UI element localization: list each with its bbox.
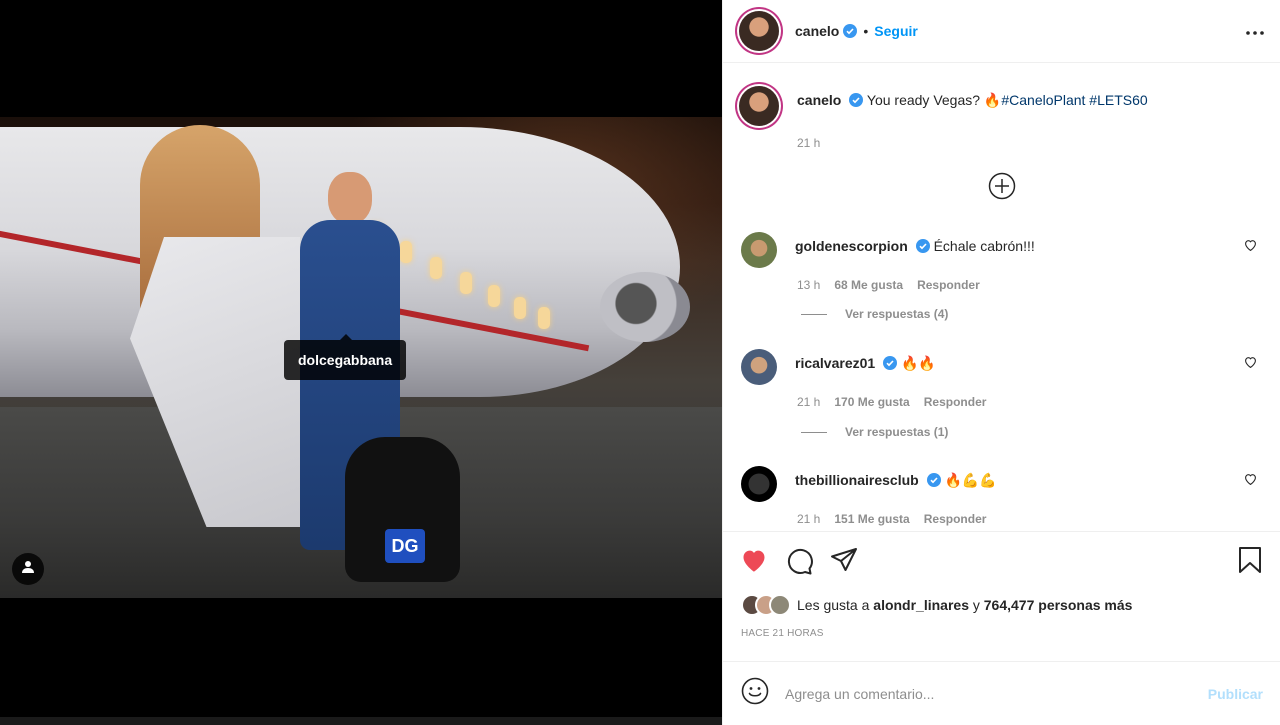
comment-item: goldenescorpion Échale cabrón!!! 13 h 68… [739, 232, 1265, 292]
comment-likes[interactable]: 68 Me gusta [834, 278, 903, 292]
verified-badge-icon [849, 93, 864, 107]
verified-badge-icon [883, 356, 898, 370]
view-replies-label: Ver respuestas (4) [845, 307, 949, 321]
follow-button[interactable]: Seguir [874, 23, 918, 39]
caption-time[interactable]: 21 h [797, 136, 820, 150]
liker-avatar [769, 594, 791, 616]
person-head [328, 172, 372, 224]
jet-window [460, 272, 472, 294]
comment-body: 🔥💪💪 [944, 472, 997, 488]
share-paper-plane-icon[interactable] [830, 547, 858, 578]
verified-badge-icon [926, 473, 941, 487]
jet-window [514, 297, 526, 319]
comment-time[interactable]: 21 h [797, 395, 820, 409]
post-actions: Les gusta a alondr_linares y 764,477 per… [723, 531, 1280, 661]
comment-username[interactable]: goldenescorpion [795, 238, 908, 254]
comment-text: ricalvarez01 🔥🔥 [795, 349, 936, 372]
comment-meta: 21 h 151 Me gusta Responder [797, 512, 1265, 526]
like-heart-icon[interactable] [740, 547, 768, 578]
commenter-avatar[interactable] [741, 349, 777, 385]
add-comment-bar: Publicar [723, 661, 1280, 725]
comment-time[interactable]: 21 h [797, 512, 820, 526]
comment-username[interactable]: ricalvarez01 [795, 355, 875, 371]
caption-avatar[interactable] [739, 86, 779, 126]
commenter-avatar[interactable] [741, 466, 777, 502]
save-bookmark-icon[interactable] [1238, 546, 1262, 579]
likes-conj: y [972, 597, 980, 613]
view-replies-button[interactable]: Ver respuestas (1) [801, 425, 948, 439]
comment-item: thebillionairesclub 🔥💪💪 21 h 151 Me gust… [739, 466, 1265, 526]
caption: canelo You ready Vegas? 🔥#CaneloPlant #L… [739, 86, 1265, 150]
load-more-comments-icon[interactable] [988, 172, 1016, 205]
likes-summary: Les gusta a alondr_linares y 764,477 per… [741, 594, 1132, 616]
jet-window [430, 257, 442, 279]
jet-window [538, 307, 550, 329]
post-time-ago[interactable]: HACE 21 HORAS [741, 628, 824, 639]
backpack: DG [345, 437, 460, 582]
post-side-panel: canelo • Seguir canelo You ready Vegas? … [722, 0, 1280, 725]
commenter-avatar[interactable] [741, 232, 777, 268]
more-options-icon[interactable] [1246, 22, 1264, 40]
caption-meta: 21 h [797, 136, 1265, 150]
jet-engine [600, 272, 690, 342]
like-comment-heart-icon[interactable] [1244, 355, 1257, 373]
caption-username[interactable]: canelo [797, 92, 841, 108]
caption-body: You ready Vegas? [866, 92, 981, 108]
like-comment-heart-icon[interactable] [1244, 238, 1257, 256]
verified-badge-icon [843, 24, 858, 38]
comment-bubble-icon[interactable] [785, 547, 813, 580]
liker-username[interactable]: alondr_linares [873, 597, 969, 613]
comment-meta: 21 h 170 Me gusta Responder [797, 395, 1265, 409]
post-header: canelo • Seguir [723, 0, 1280, 63]
comment-item: ricalvarez01 🔥🔥 21 h 170 Me gusta Respon… [739, 349, 1265, 409]
replies-divider [801, 431, 827, 433]
comment-likes[interactable]: 170 Me gusta [834, 395, 909, 409]
reply-button[interactable]: Responder [924, 395, 987, 409]
caption-hashtags[interactable]: #CaneloPlant #LETS60 [1001, 92, 1147, 108]
comment-text: goldenescorpion Échale cabrón!!! [795, 232, 1035, 255]
post-media-area: DG dolcegabbana [0, 0, 722, 725]
view-replies-button[interactable]: Ver respuestas (4) [801, 307, 948, 321]
user-icon [21, 560, 35, 579]
view-replies-label: Ver respuestas (1) [845, 425, 949, 439]
comment-body: Échale cabrón!!! [933, 238, 1035, 254]
photo-user-tag[interactable]: dolcegabbana [284, 334, 407, 380]
comment-text: thebillionairesclub 🔥💪💪 [795, 466, 997, 489]
comments-list: canelo You ready Vegas? 🔥#CaneloPlant #L… [723, 64, 1280, 531]
more-posts-strip [0, 717, 722, 725]
verified-badge-icon [915, 239, 930, 253]
caption-text: canelo You ready Vegas? 🔥#CaneloPlant #L… [797, 86, 1148, 109]
publish-button[interactable]: Publicar [1208, 686, 1263, 702]
fire-emoji: 🔥 [983, 92, 1002, 108]
jet-window [488, 285, 500, 307]
reply-button[interactable]: Responder [924, 512, 987, 526]
likes-prefix: Les gusta a [797, 597, 870, 613]
comment-meta: 13 h 68 Me gusta Responder [797, 278, 1265, 292]
comment-time[interactable]: 13 h [797, 278, 820, 292]
replies-divider [801, 313, 827, 315]
comment-username[interactable]: thebillionairesclub [795, 472, 919, 488]
backpack-logo: DG [385, 529, 425, 563]
like-comment-heart-icon[interactable] [1244, 472, 1257, 490]
likes-text: Les gusta a alondr_linares y 764,477 per… [797, 597, 1132, 613]
reply-button[interactable]: Responder [917, 278, 980, 292]
comment-body: 🔥🔥 [900, 355, 936, 371]
comment-likes[interactable]: 151 Me gusta [834, 512, 909, 526]
emoji-smiley-icon[interactable] [741, 677, 769, 710]
author-avatar[interactable] [739, 11, 779, 51]
likes-count[interactable]: 764,477 personas más [984, 597, 1133, 613]
separator-dot: • [863, 23, 869, 39]
show-tags-button[interactable] [12, 553, 44, 585]
author-username[interactable]: canelo [795, 23, 839, 39]
comment-input[interactable] [785, 685, 1208, 702]
